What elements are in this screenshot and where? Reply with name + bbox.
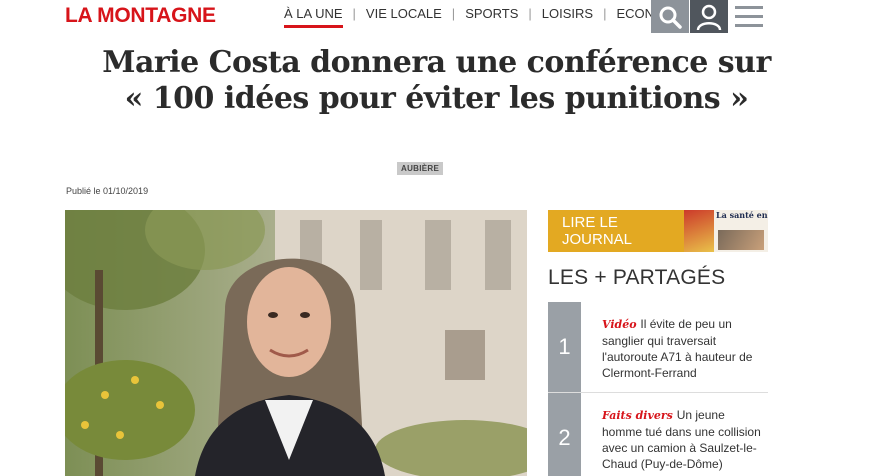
location-tag[interactable]: AUBIÈRE: [397, 162, 444, 175]
article-photo: [65, 210, 527, 476]
site-logo[interactable]: LA MONTAGNE: [65, 4, 216, 28]
menu-icon: [735, 6, 763, 9]
journal-cover-thumbnail: La santé en re passée au scan: [684, 210, 768, 252]
category-label: Faits divers: [602, 409, 677, 422]
menu-button[interactable]: [732, 0, 766, 33]
search-icon: [659, 6, 682, 29]
nav-separator: |: [352, 6, 356, 21]
search-button[interactable]: [651, 0, 689, 33]
menu-icon-bar: [735, 24, 763, 27]
list-item[interactable]: 1 Vidéo Il évite de peu un sanglier qui …: [548, 302, 768, 393]
nav-separator: |: [451, 6, 456, 21]
nav-item-sports[interactable]: SPORTS: [461, 6, 522, 21]
list-item[interactable]: 2 Faits divers Un jeune homme tué dans u…: [548, 393, 768, 476]
list-item-text[interactable]: Vidéo Il évite de peu un sanglier qui tr…: [602, 316, 764, 381]
cover-image: [684, 210, 714, 252]
rank-number: 2: [548, 393, 581, 476]
nav-item-loisirs[interactable]: LOISIRS: [538, 6, 597, 21]
publish-date: Publié le 01/10/2019: [66, 186, 149, 196]
main-nav: À LA UNE | VIE LOCALE | SPORTS | LOISIRS…: [280, 6, 691, 28]
cover-image: [718, 230, 764, 250]
user-icon: [696, 4, 722, 30]
nav-item-vie-locale[interactable]: VIE LOCALE: [362, 6, 446, 21]
nav-separator: |: [603, 6, 607, 21]
most-shared-list: 1 Vidéo Il évite de peu un sanglier qui …: [548, 302, 768, 476]
list-item-text[interactable]: Faits divers Un jeune homme tué dans une…: [602, 407, 764, 472]
most-shared-heading: LES + PARTAGÉS: [548, 266, 726, 289]
menu-icon-bar: [735, 15, 763, 18]
nav-separator: |: [528, 6, 532, 21]
article-title: Marie Costa donnera une conférence sur «…: [102, 45, 771, 116]
category-label: Vidéo: [602, 318, 641, 331]
nav-item-a-la-une[interactable]: À LA UNE: [280, 6, 347, 28]
read-journal-label: LIRE LE JOURNAL: [562, 214, 633, 248]
portrait-photo: [65, 210, 527, 476]
cover-headline: La santé en re passée au scan: [716, 210, 768, 220]
user-account-button[interactable]: [690, 0, 728, 33]
read-journal-banner[interactable]: LIRE LE JOURNAL La santé en re passée au…: [548, 210, 768, 252]
rank-number: 1: [548, 302, 581, 392]
